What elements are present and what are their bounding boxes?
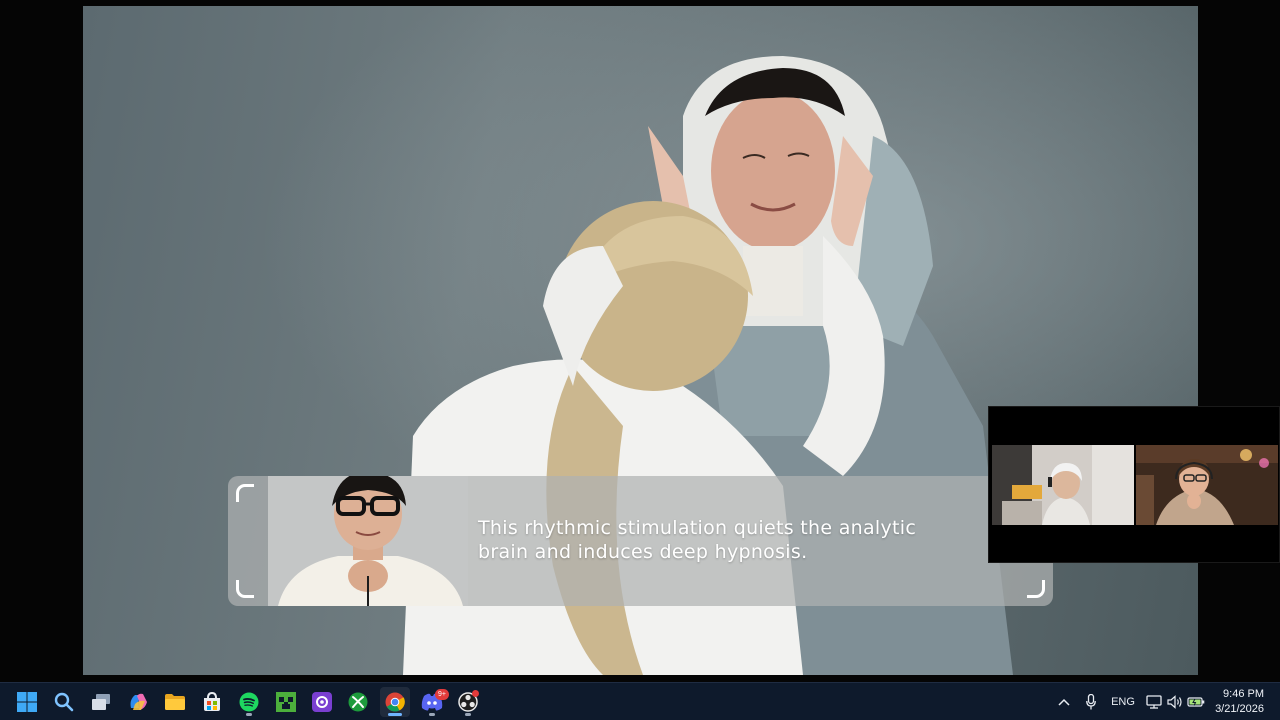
chrome-icon bbox=[385, 692, 405, 712]
task-view-button[interactable] bbox=[86, 687, 116, 717]
obs-recording-dot bbox=[472, 690, 479, 697]
webcam-feed-right bbox=[1136, 445, 1278, 525]
webcam-overlay bbox=[988, 406, 1280, 563]
store-icon bbox=[204, 692, 220, 711]
running-indicator bbox=[246, 713, 252, 716]
discord-badge: 9+ bbox=[435, 689, 449, 700]
xbox-button[interactable] bbox=[343, 687, 373, 717]
chrome-button[interactable] bbox=[380, 687, 410, 717]
presenter-avatar bbox=[268, 476, 468, 606]
obs-button[interactable] bbox=[453, 687, 483, 717]
caption-corner-bottom-right bbox=[1027, 580, 1045, 598]
battery-icon bbox=[1187, 697, 1205, 707]
camera-app-icon bbox=[312, 692, 332, 712]
file-explorer-button[interactable] bbox=[160, 687, 190, 717]
network-button[interactable] bbox=[1143, 683, 1165, 720]
search-icon bbox=[54, 692, 74, 712]
active-indicator bbox=[388, 713, 402, 716]
webcam-right-image bbox=[1136, 445, 1278, 525]
minecraft-icon bbox=[276, 692, 296, 712]
spotify-button[interactable] bbox=[234, 687, 264, 717]
running-indicator bbox=[429, 713, 435, 716]
search-button[interactable] bbox=[49, 687, 79, 717]
language-indicator[interactable]: ENG bbox=[1108, 683, 1138, 720]
microphone-icon bbox=[1086, 694, 1096, 710]
webcam-left-image bbox=[992, 445, 1134, 525]
caption-corner-bottom-left bbox=[236, 580, 254, 598]
chevron-up-icon bbox=[1058, 698, 1070, 706]
copilot-button[interactable] bbox=[123, 687, 153, 717]
network-icon bbox=[1146, 695, 1162, 709]
caption-overlay: This rhythmic stimulation quiets the ana… bbox=[228, 476, 1053, 606]
webcam-feed-left bbox=[992, 445, 1134, 525]
discord-button[interactable]: 9+ bbox=[417, 687, 449, 717]
xbox-icon bbox=[348, 692, 368, 712]
windows-taskbar: 9+ ENG 9:46 PM 3/21/2026 bbox=[0, 682, 1280, 720]
caption-text: This rhythmic stimulation quiets the ana… bbox=[478, 517, 917, 563]
task-view-icon bbox=[92, 694, 110, 710]
spotify-icon bbox=[239, 692, 259, 712]
show-hidden-icons-button[interactable] bbox=[1054, 683, 1074, 720]
copilot-icon bbox=[130, 693, 147, 710]
clock-time: 9:46 PM bbox=[1223, 688, 1264, 700]
running-indicator bbox=[465, 713, 471, 716]
folder-icon bbox=[165, 694, 185, 710]
app-button[interactable] bbox=[307, 687, 337, 717]
microphone-button[interactable] bbox=[1081, 683, 1101, 720]
clock[interactable]: 9:46 PM 3/21/2026 bbox=[1204, 687, 1264, 717]
start-menu-button[interactable] bbox=[12, 687, 42, 717]
speaker-icon bbox=[1167, 695, 1182, 709]
caption-corner-top-left bbox=[236, 484, 254, 502]
volume-button[interactable] bbox=[1164, 683, 1186, 720]
minecraft-button[interactable] bbox=[271, 687, 301, 717]
windows-logo-icon bbox=[17, 692, 37, 712]
clock-date: 3/21/2026 bbox=[1215, 703, 1264, 715]
microsoft-store-button[interactable] bbox=[197, 687, 227, 717]
